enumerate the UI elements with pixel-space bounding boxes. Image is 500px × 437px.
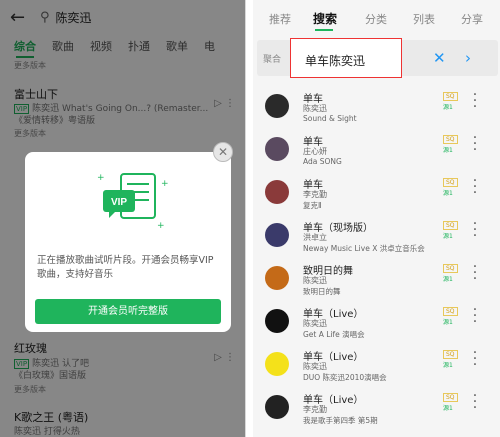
source-badge: 源1 — [443, 362, 453, 369]
album-cover — [265, 223, 289, 247]
song-album: 我是歌手第四季 第5期 — [303, 416, 378, 425]
source-badge: 源1 — [443, 319, 453, 326]
open-vip-button[interactable]: 开通会员听完整版 — [35, 299, 221, 324]
song-artist: 陈奕迅 — [303, 276, 327, 285]
source-badge: 源1 — [443, 104, 453, 111]
source-badge: 源1 — [443, 405, 453, 412]
tab-category[interactable]: 分类 — [365, 11, 387, 27]
album-cover — [265, 309, 289, 333]
song-row[interactable]: 单车（Live） 李克勤 我是歌手第四季 第5期 SQ 源1 · · · — [253, 389, 500, 433]
song-artist: 庄心妍 — [303, 147, 327, 156]
svg-text:+: + — [161, 179, 169, 189]
more-icon[interactable]: · · · — [471, 346, 479, 372]
song-artist: 李克勤 — [303, 405, 327, 414]
song-artist: 陈奕迅 — [303, 319, 327, 328]
left-panel: ← ⚲ 陈奕迅 综合 歌曲 视频 扑通 歌单 电 更多版本 富士山下 VIP 陈奕… — [0, 0, 246, 437]
search-input-value: 单车陈奕迅 — [305, 54, 366, 68]
song-album: Sound & Sight — [303, 114, 357, 123]
song-row[interactable]: 单车 李克勤 复克Ⅱ SQ 源1 · · · — [253, 174, 500, 218]
song-album: 复克Ⅱ — [303, 201, 322, 210]
dialog-message: 正在播放歌曲试听片段。开通会员畅享VIP歌曲，支持好音乐 — [37, 255, 214, 280]
source-badge: 源1 — [443, 276, 453, 283]
vip-dialog: VIP + + + 正在播放歌曲试听片段。开通会员畅享VIP歌曲，支持好音乐 开… — [25, 152, 231, 332]
quality-badge: SQ — [443, 92, 458, 101]
close-icon[interactable]: ✕ — [213, 142, 233, 162]
song-row[interactable]: 单车 陈奕迅 Sound & Sight SQ 源1 · · · — [253, 88, 500, 132]
vip-illustration-icon: VIP + + + — [97, 173, 169, 231]
search-source-select[interactable]: 聚合 — [263, 52, 281, 65]
album-cover — [265, 352, 289, 376]
song-artist: 洪卓立 — [303, 233, 327, 242]
album-cover — [265, 94, 289, 118]
right-panel: 推荐 搜索 分类 列表 分享 聚合 单车陈奕迅 ✕ › 单车 陈奕迅 Sound &… — [253, 0, 500, 437]
source-badge: 源1 — [443, 233, 453, 240]
more-icon[interactable]: · · · — [471, 174, 479, 200]
song-album: Get A Life 演唱会 — [303, 330, 365, 339]
more-icon[interactable]: · · · — [471, 88, 479, 114]
tab-underline — [315, 29, 333, 31]
more-icon[interactable]: · · · — [471, 131, 479, 157]
search-input[interactable]: 单车陈奕迅 — [290, 38, 402, 78]
svg-text:+: + — [97, 173, 105, 183]
quality-badge: SQ — [443, 178, 458, 187]
right-tab-bar: 推荐 搜索 分类 列表 分享 — [253, 0, 500, 32]
album-cover — [265, 395, 289, 419]
svg-text:VIP: VIP — [111, 197, 127, 208]
album-cover — [265, 266, 289, 290]
quality-badge: SQ — [443, 221, 458, 230]
tab-search[interactable]: 搜索 — [313, 10, 337, 27]
source-badge: 源1 — [443, 190, 453, 197]
song-row[interactable]: 致明日的舞 陈奕迅 致明日的舞 SQ 源1 · · · — [253, 260, 500, 304]
more-icon[interactable]: · · · — [471, 303, 479, 329]
album-cover — [265, 180, 289, 204]
quality-badge: SQ — [443, 264, 458, 273]
song-album: Ada SONG — [303, 157, 342, 166]
song-album: DUO 陈奕迅2010演唱会 — [303, 373, 387, 382]
tab-recommend[interactable]: 推荐 — [269, 11, 291, 27]
source-badge: 源1 — [443, 147, 453, 154]
quality-badge: SQ — [443, 393, 458, 402]
more-icon[interactable]: · · · — [471, 389, 479, 415]
chevron-right-icon[interactable]: › — [465, 49, 471, 67]
search-bar: 聚合 单车陈奕迅 ✕ › — [257, 38, 498, 78]
more-icon[interactable]: · · · — [471, 260, 479, 286]
song-artist: 陈奕迅 — [303, 104, 327, 113]
tab-list[interactable]: 列表 — [413, 11, 435, 27]
song-album: 致明日的舞 — [303, 287, 341, 296]
song-row[interactable]: 单车 庄心妍 Ada SONG SQ 源1 · · · — [253, 131, 500, 175]
song-row[interactable]: 单车（Live） 陈奕迅 Get A Life 演唱会 SQ 源1 · · · — [253, 303, 500, 347]
quality-badge: SQ — [443, 135, 458, 144]
more-icon[interactable]: · · · — [471, 217, 479, 243]
quality-badge: SQ — [443, 307, 458, 316]
song-album: Neway Music Live X 洪卓立音乐会 — [303, 244, 425, 253]
clear-icon[interactable]: ✕ — [433, 49, 446, 67]
song-row[interactable]: 单车（现场版） 洪卓立 Neway Music Live X 洪卓立音乐会 SQ 源1 ·… — [253, 217, 500, 261]
svg-text:+: + — [157, 221, 165, 231]
song-artist: 李克勤 — [303, 190, 327, 199]
song-row[interactable]: 单车（Live） 陈奕迅 DUO 陈奕迅2010演唱会 SQ 源1 · · · — [253, 346, 500, 390]
song-artist: 陈奕迅 — [303, 362, 327, 371]
screen: ← ⚲ 陈奕迅 综合 歌曲 视频 扑通 歌单 电 更多版本 富士山下 VIP 陈奕… — [0, 0, 500, 437]
album-cover — [265, 137, 289, 161]
quality-badge: SQ — [443, 350, 458, 359]
tab-share[interactable]: 分享 — [461, 11, 483, 27]
